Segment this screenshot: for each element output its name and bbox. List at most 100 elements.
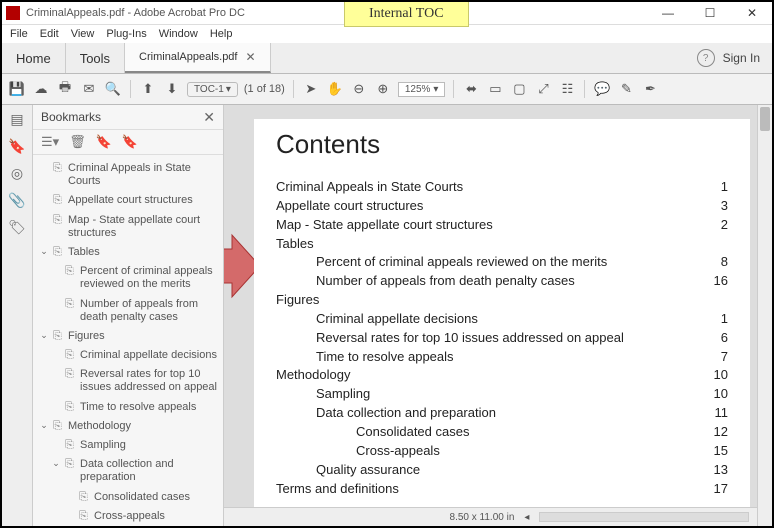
bookmark-item[interactable]: ⌄⎘Data collection and preparation bbox=[37, 455, 219, 487]
toc-tag-dropdown[interactable]: TOC-1▾ bbox=[187, 82, 238, 97]
toc-row[interactable]: Tables bbox=[276, 235, 728, 254]
bookmark-ribbon-icon: ⎘ bbox=[53, 194, 64, 207]
delete-bookmark-icon[interactable]: 🗑 bbox=[69, 134, 86, 150]
scroll-left-icon[interactable]: ◂ bbox=[524, 512, 529, 523]
bookmark-item[interactable]: ⎘Cross-appeals bbox=[37, 507, 219, 526]
bookmarks-icon[interactable]: 🔖 bbox=[8, 138, 25, 155]
toc-row[interactable]: Appellate court structures3 bbox=[276, 197, 728, 216]
toc-row[interactable]: Reversal rates for top 10 issues address… bbox=[276, 329, 728, 348]
bookmark-label: Cross-appeals bbox=[94, 510, 217, 523]
bookmark-item[interactable]: ⎘Time to resolve appeals bbox=[37, 398, 219, 417]
comment-icon[interactable]: 💬 bbox=[593, 80, 611, 98]
toc-row[interactable]: Time to resolve appeals7 bbox=[276, 348, 728, 367]
toc-row[interactable]: Sampling10 bbox=[276, 385, 728, 404]
bookmark-item[interactable]: ⌄⎘Tables bbox=[37, 243, 219, 262]
bookmark-item[interactable]: ⎘Percent of criminal appeals reviewed on… bbox=[37, 262, 219, 294]
zoom-out-icon[interactable]: ⊖ bbox=[350, 80, 368, 98]
menu-bar: File Edit View Plug-Ins Window Help bbox=[2, 25, 772, 43]
tags-icon[interactable]: 🏷 bbox=[8, 219, 26, 236]
expand-icon[interactable]: ⌄ bbox=[39, 246, 49, 257]
sign-icon[interactable]: ✒ bbox=[641, 80, 659, 98]
expand-icon[interactable]: ⌄ bbox=[39, 330, 49, 341]
toc-row[interactable]: Consolidated cases12 bbox=[276, 423, 728, 442]
menu-view[interactable]: View bbox=[71, 28, 95, 40]
read-mode-icon[interactable]: ⤢ bbox=[534, 80, 552, 98]
bookmark-item[interactable]: ⎘Criminal Appeals in State Courts bbox=[37, 159, 219, 191]
toc-row[interactable]: Data collection and preparation11 bbox=[276, 404, 728, 423]
page-up-icon[interactable]: ⬆ bbox=[139, 80, 157, 98]
toc-row[interactable]: Criminal Appeals in State Courts1 bbox=[276, 178, 728, 197]
bookmark-ribbon-icon: ⎘ bbox=[53, 420, 64, 433]
attachments-icon[interactable]: 📎 bbox=[8, 192, 25, 209]
zoom-dropdown[interactable]: 125%▾ bbox=[398, 82, 446, 97]
print-icon[interactable]: 🖶 bbox=[56, 80, 74, 98]
toc-row[interactable]: Methodology10 bbox=[276, 366, 728, 385]
tab-document[interactable]: CriminalAppeals.pdf ✕ bbox=[125, 43, 271, 73]
menu-window[interactable]: Window bbox=[159, 28, 198, 40]
bookmark-label: Time to resolve appeals bbox=[80, 401, 217, 414]
expand-icon[interactable]: ⌄ bbox=[51, 458, 61, 469]
sign-in-link[interactable]: Sign In bbox=[723, 51, 760, 65]
bookmark-item[interactable]: ⎘Map - State appellate court structures bbox=[37, 211, 219, 243]
options-icon[interactable]: ☰▾ bbox=[41, 134, 59, 150]
expand-icon[interactable]: ⌄ bbox=[39, 420, 49, 431]
toc-row[interactable]: Criminal appellate decisions1 bbox=[276, 310, 728, 329]
help-icon[interactable]: ? bbox=[697, 49, 715, 67]
page-indicator: (1 of 18) bbox=[244, 83, 285, 95]
hand-icon[interactable]: ✋ bbox=[326, 80, 344, 98]
minimize-button[interactable]: — bbox=[652, 4, 684, 22]
pointer-icon[interactable]: ➤ bbox=[302, 80, 320, 98]
toc-row[interactable]: Cross-appeals15 bbox=[276, 442, 728, 461]
toc-page-number: 17 bbox=[698, 480, 728, 499]
toc-row[interactable]: Figures bbox=[276, 291, 728, 310]
toc-label: Time to resolve appeals bbox=[276, 348, 698, 367]
menu-plugins[interactable]: Plug-Ins bbox=[106, 28, 146, 40]
close-tab-icon[interactable]: ✕ bbox=[245, 50, 255, 64]
bookmark-item[interactable]: ⎘Consolidated cases bbox=[37, 488, 219, 507]
search-icon[interactable]: 🔍 bbox=[104, 80, 122, 98]
maximize-button[interactable]: ☐ bbox=[694, 4, 726, 22]
menu-edit[interactable]: Edit bbox=[40, 28, 59, 40]
close-panel-icon[interactable]: ✕ bbox=[203, 109, 215, 126]
toc-row[interactable]: Quality assurance13 bbox=[276, 461, 728, 480]
toc-page-number bbox=[698, 291, 728, 310]
bookmark-item[interactable]: ⎘Number of appeals from death penalty ca… bbox=[37, 295, 219, 327]
bookmark-item[interactable]: ⌄⎘Methodology bbox=[37, 417, 219, 436]
page-scroll[interactable]: Contents Criminal Appeals in State Court… bbox=[224, 105, 772, 507]
menu-help[interactable]: Help bbox=[210, 28, 233, 40]
tab-tools[interactable]: Tools bbox=[66, 43, 125, 73]
menu-file[interactable]: File bbox=[10, 28, 28, 40]
toc-row[interactable]: Map - State appellate court structures2 bbox=[276, 216, 728, 235]
fit-visible-icon[interactable]: ▢ bbox=[510, 80, 528, 98]
close-button[interactable]: ✕ bbox=[736, 4, 768, 22]
new-bookmark-icon[interactable]: 🔖 bbox=[96, 134, 112, 150]
toc-label: Appellate court structures bbox=[276, 197, 698, 216]
bookmark-item[interactable]: ⎘Sampling bbox=[37, 436, 219, 455]
bookmark-label: Figures bbox=[68, 330, 217, 343]
bookmark-item[interactable]: ⎘Appellate court structures bbox=[37, 191, 219, 210]
highlight-icon[interactable]: ✎ bbox=[617, 80, 635, 98]
vertical-scrollbar[interactable] bbox=[757, 105, 772, 526]
page-down-icon[interactable]: ⬇ bbox=[163, 80, 181, 98]
cloud-icon[interactable]: ☁ bbox=[32, 80, 50, 98]
thumbnails-icon[interactable]: ▤ bbox=[10, 111, 23, 128]
save-icon[interactable]: 💾 bbox=[8, 80, 26, 98]
email-icon[interactable]: ✉ bbox=[80, 80, 98, 98]
fit-width-icon[interactable]: ⬌ bbox=[462, 80, 480, 98]
tab-bar: Home Tools CriminalAppeals.pdf ✕ ? Sign … bbox=[2, 43, 772, 74]
bookmark-item[interactable]: ⎘Criminal appellate decisions bbox=[37, 346, 219, 365]
horizontal-scrollbar[interactable] bbox=[539, 512, 749, 522]
toc-page-number: 10 bbox=[698, 385, 728, 404]
content-icon[interactable]: ◎ bbox=[11, 165, 23, 182]
fit-page-icon[interactable]: ▭ bbox=[486, 80, 504, 98]
toc-row[interactable]: Number of appeals from death penalty cas… bbox=[276, 272, 728, 291]
bookmark-item[interactable]: ⎘Reversal rates for top 10 issues addres… bbox=[37, 365, 219, 397]
toc-row[interactable]: Percent of criminal appeals reviewed on … bbox=[276, 253, 728, 272]
zoom-in-icon[interactable]: ⊕ bbox=[374, 80, 392, 98]
customize-icon[interactable]: ☷ bbox=[558, 80, 576, 98]
tab-home[interactable]: Home bbox=[2, 43, 66, 73]
toc-row[interactable]: Terms and definitions17 bbox=[276, 480, 728, 499]
bookmark-label: Tables bbox=[68, 246, 217, 259]
find-bookmark-icon[interactable]: 🔖 bbox=[122, 134, 138, 150]
bookmark-item[interactable]: ⌄⎘Figures bbox=[37, 327, 219, 346]
